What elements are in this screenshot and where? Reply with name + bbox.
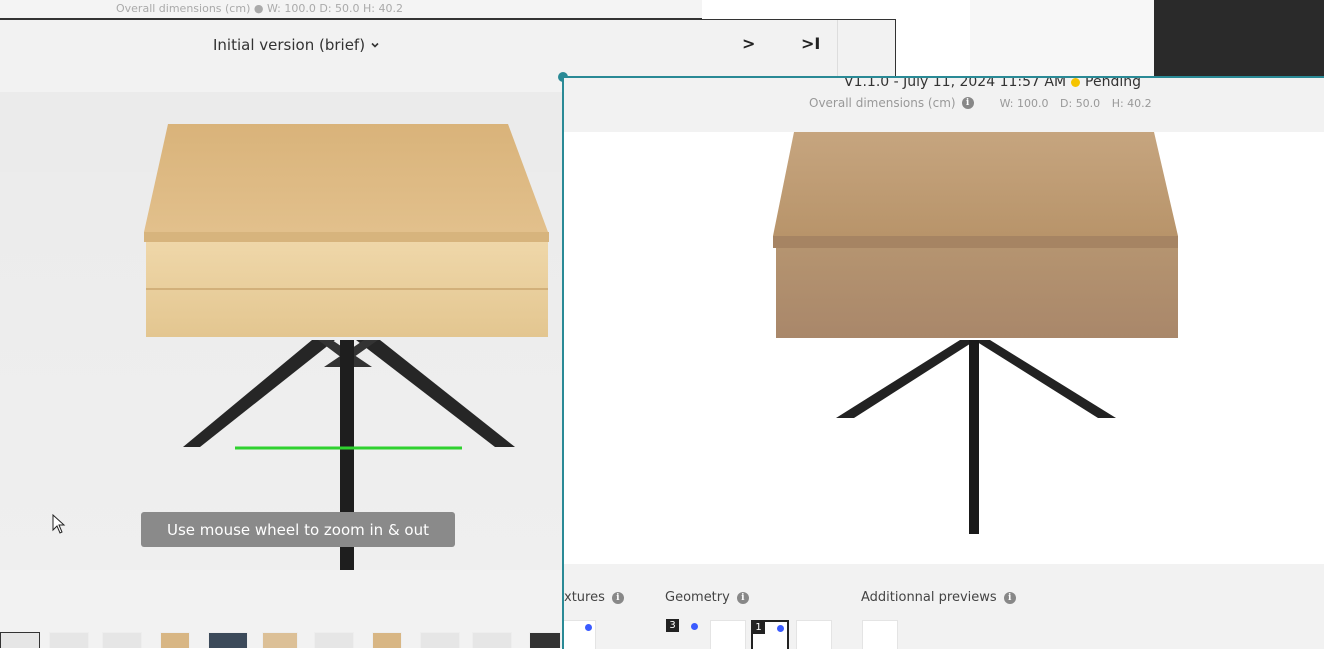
thumbnail[interactable] bbox=[529, 632, 561, 648]
textures-section-title: xtures i bbox=[564, 590, 624, 605]
info-icon[interactable]: i bbox=[1003, 591, 1016, 604]
dimension-width: W: 100.0 bbox=[999, 96, 1049, 110]
geometry-count-badge: 1 bbox=[752, 621, 765, 634]
compare-header: V1.1.0 - July 11, 2024 11:57 AM Pending … bbox=[564, 78, 1324, 132]
thumbnail[interactable] bbox=[372, 632, 402, 648]
asset-sections: xtures i Geometry i Additionnal previews… bbox=[564, 564, 1324, 649]
background-window-strip: Overall dimensions (cm) ● W: 100.0 D: 50… bbox=[0, 0, 702, 19]
status-label: Pending bbox=[1085, 76, 1141, 90]
unread-dot-icon bbox=[691, 623, 698, 630]
version-dropdown-label: Initial version (brief) bbox=[213, 36, 366, 54]
version-dropdown[interactable]: Initial version (brief) bbox=[213, 36, 380, 54]
reference-photo[interactable] bbox=[0, 92, 564, 570]
geometry-label: Geometry bbox=[665, 590, 730, 605]
info-icon[interactable]: i bbox=[961, 97, 974, 109]
unread-dot-icon bbox=[777, 625, 784, 632]
texture-thumbnail[interactable] bbox=[564, 620, 596, 649]
dimension-height: H: 40.2 bbox=[1111, 96, 1152, 110]
version-text: V1.1.0 - July 11, 2024 11:57 AM bbox=[844, 76, 1067, 90]
thumbnail[interactable] bbox=[160, 632, 190, 648]
thumbnail[interactable] bbox=[102, 632, 142, 648]
geometry-section-title: Geometry i bbox=[665, 590, 749, 605]
geometry-count-badge: 3 bbox=[666, 619, 679, 632]
zoom-hint-tooltip: Use mouse wheel to zoom in & out bbox=[141, 512, 455, 547]
previews-section-title: Additionnal previews i bbox=[861, 590, 1016, 605]
unread-dot-icon bbox=[585, 624, 592, 631]
thumbnail[interactable] bbox=[0, 632, 40, 648]
info-icon[interactable]: i bbox=[611, 591, 624, 604]
geometry-thumbnail[interactable]: 1 bbox=[751, 620, 789, 649]
status-dot-icon bbox=[1071, 78, 1081, 87]
last-version-button[interactable]: >I bbox=[801, 34, 820, 53]
background-dark-panel bbox=[1154, 0, 1324, 77]
coffee-table-photo bbox=[144, 124, 549, 570]
geometry-thumbnail[interactable]: 3 bbox=[666, 619, 701, 649]
geometry-thumbnail[interactable] bbox=[796, 620, 832, 649]
thumbnail[interactable] bbox=[420, 632, 460, 648]
version-info: V1.1.0 - July 11, 2024 11:57 AM Pending bbox=[844, 76, 1141, 90]
chevron-down-icon bbox=[371, 42, 379, 48]
geometry-thumbnail[interactable] bbox=[710, 620, 746, 649]
overall-dimensions: Overall dimensions (cm) i W: 100.0 D: 50… bbox=[809, 96, 1160, 110]
textures-label: xtures bbox=[564, 590, 605, 605]
next-version-button[interactable]: > bbox=[742, 34, 755, 53]
background-dims-text: Overall dimensions (cm) ● W: 100.0 D: 50… bbox=[116, 2, 404, 15]
thumbnail[interactable] bbox=[472, 632, 512, 648]
compare-viewer-window: V1.1.0 - July 11, 2024 11:57 AM Pending … bbox=[562, 76, 1324, 649]
dimension-depth: D: 50.0 bbox=[1060, 96, 1101, 110]
zoom-hint-text: Use mouse wheel to zoom in & out bbox=[167, 520, 429, 539]
info-icon[interactable]: i bbox=[736, 591, 749, 604]
previews-label: Additionnal previews bbox=[861, 590, 997, 605]
thumbnail[interactable] bbox=[262, 632, 298, 648]
render-preview[interactable] bbox=[564, 132, 1324, 564]
coffee-table-render bbox=[773, 132, 1178, 534]
thumbnail[interactable] bbox=[314, 632, 354, 648]
cursor-icon bbox=[52, 514, 66, 534]
preview-thumbnail[interactable] bbox=[862, 620, 898, 649]
dimensions-label: Overall dimensions (cm) bbox=[809, 96, 956, 110]
background-panel bbox=[970, 0, 1154, 77]
thumbnail[interactable] bbox=[208, 632, 248, 648]
thumbnail[interactable] bbox=[49, 632, 89, 648]
